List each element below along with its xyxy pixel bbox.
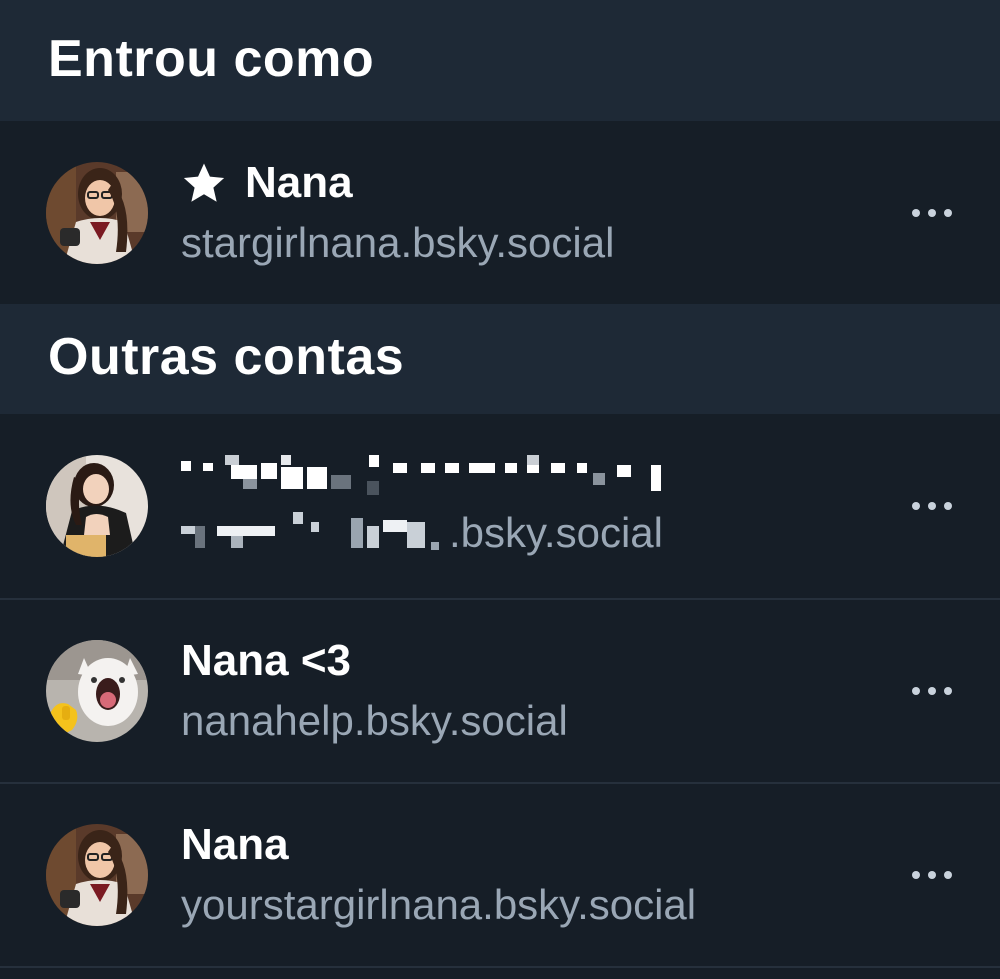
avatar (46, 640, 148, 742)
star-icon (181, 160, 227, 206)
current-account-text: Nana stargirlnana.bsky.social (181, 155, 614, 271)
account-text: Nana yourstargirlnana.bsky.social (181, 817, 696, 933)
account-handle: yourstargirlnana.bsky.social (181, 881, 697, 928)
signed-in-header: Entrou como (0, 0, 1000, 121)
other-accounts-header: Outras contas (0, 304, 1000, 414)
avatar (46, 161, 148, 264)
current-account-row[interactable]: Nana stargirlnana.bsky.social (0, 121, 1000, 304)
avatar (46, 824, 148, 926)
more-horizontal-icon (912, 208, 920, 217)
more-horizontal-icon (912, 687, 920, 695)
obscured-account-text: .bsky.social (181, 451, 669, 561)
account-name: Nana (181, 820, 289, 869)
more-options-button[interactable] (912, 863, 952, 887)
obscured-handle: .bsky.social (181, 505, 669, 561)
account-handle: nanahelp.bsky.social (181, 697, 568, 744)
current-account-handle: stargirlnana.bsky.social (181, 218, 615, 266)
more-options-button[interactable] (912, 201, 952, 225)
divider (0, 966, 1000, 968)
account-row-yourstargirlnana[interactable]: Nana yourstargirlnana.bsky.social (0, 782, 1000, 966)
obscured-handle-suffix: .bsky.social (449, 509, 663, 556)
current-account-name: Nana (245, 157, 353, 207)
avatar (46, 455, 148, 557)
more-horizontal-icon (912, 871, 920, 879)
account-text: Nana <3 nanahelp.bsky.social (181, 633, 568, 749)
account-row-nanahelp[interactable]: Nana <3 nanahelp.bsky.social (0, 598, 1000, 782)
more-options-button[interactable] (912, 679, 952, 703)
other-accounts-title: Outras contas (48, 328, 405, 386)
more-horizontal-icon (912, 502, 920, 510)
pixelated-handle (181, 508, 449, 558)
account-name: Nana <3 (181, 636, 351, 685)
more-options-button[interactable] (912, 494, 952, 518)
account-row-obscured[interactable]: .bsky.social (0, 414, 1000, 598)
account-switcher: Entrou como Nana stargirlnana.bsky.socia… (0, 0, 1000, 968)
signed-in-title: Entrou como (48, 29, 375, 88)
pixelated-name (181, 451, 669, 501)
obscured-display-name (181, 451, 669, 501)
